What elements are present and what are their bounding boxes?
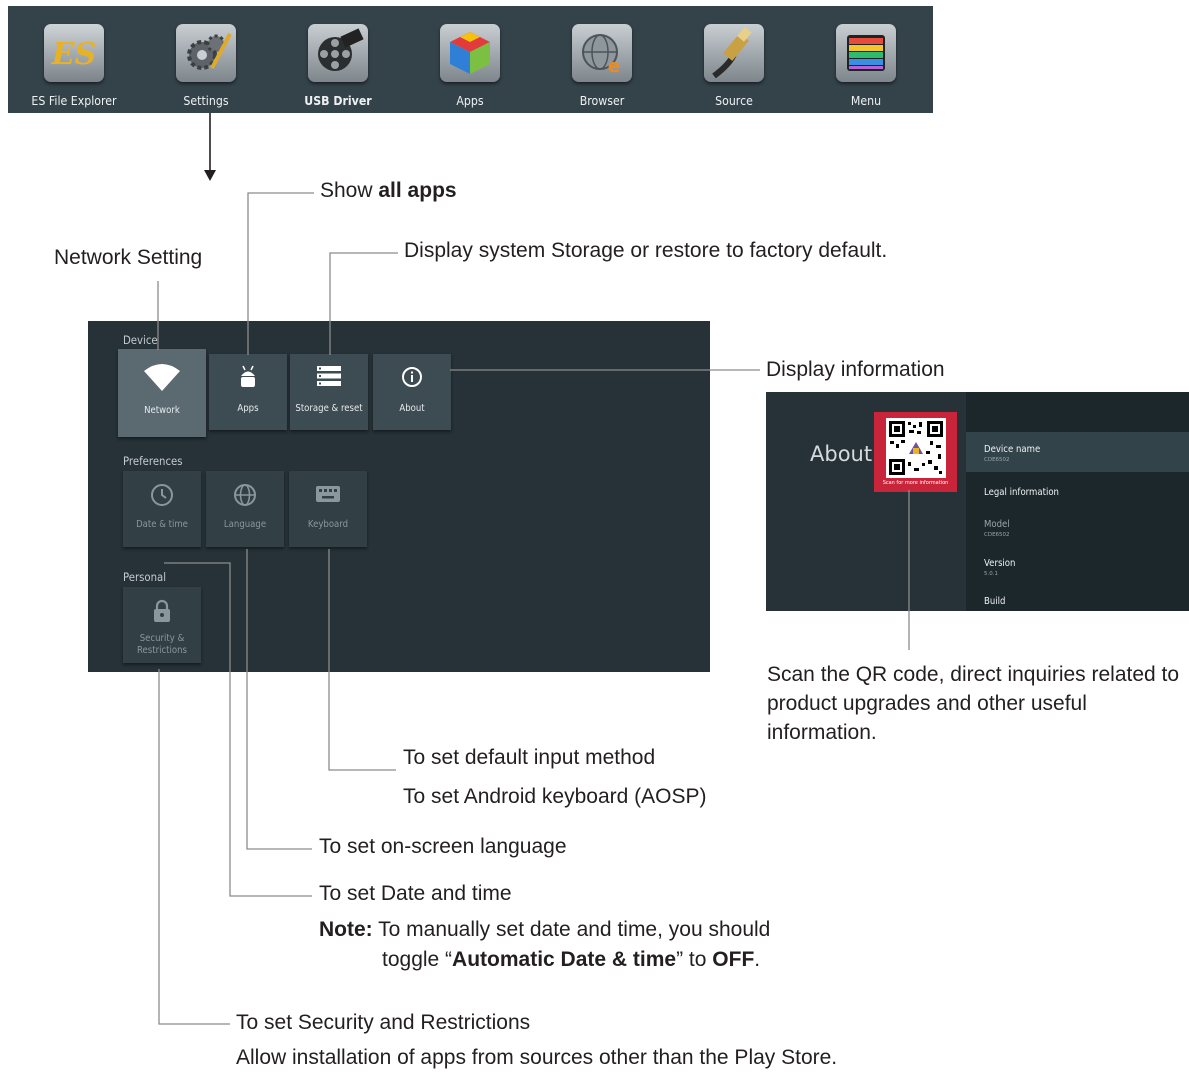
note-label: Note: xyxy=(319,918,373,941)
app-label: ES File Explorer xyxy=(31,93,117,108)
annotation-text: Show xyxy=(320,179,379,202)
app-browser[interactable]: e Browser xyxy=(536,6,668,113)
settings-item-language[interactable]: Language xyxy=(206,471,284,547)
app-label: Menu xyxy=(850,93,882,108)
settings-item-label: About xyxy=(399,403,425,414)
about-row-title: Model xyxy=(984,519,1010,530)
settings-item-label: Keyboard xyxy=(307,519,349,530)
app-label: Browser xyxy=(579,93,625,108)
annotation-qr-caption: Scan the QR code, direct inquiries relat… xyxy=(767,663,1180,744)
section-personal: Personal xyxy=(123,570,167,584)
settings-item-label: Restrictions xyxy=(136,645,188,656)
android-icon xyxy=(209,364,287,395)
note-bold-text: OFF xyxy=(712,948,755,971)
settings-item-storage-reset[interactable]: Storage & reset xyxy=(290,354,368,430)
note-text: ” to xyxy=(676,948,713,971)
about-row-value: CDE6502 xyxy=(984,532,1010,538)
about-row-version[interactable]: Version 5.0.1 xyxy=(984,558,1019,577)
app-source[interactable]: Source xyxy=(668,6,800,113)
colored-cube-icon xyxy=(440,24,500,82)
settings-item-security-restrictions[interactable]: Security & Restrictions xyxy=(123,587,201,663)
qr-scan-text: Scan for more information xyxy=(882,480,949,486)
note-text: . xyxy=(754,948,761,971)
keyboard-icon xyxy=(289,485,367,508)
section-preferences: Preferences xyxy=(123,454,183,468)
annotation-security-detail: Allow installation of apps from sources … xyxy=(236,1046,838,1069)
app-menu[interactable]: Menu xyxy=(800,6,932,113)
settings-item-apps[interactable]: Apps xyxy=(209,354,287,430)
globe-icon xyxy=(206,483,284,512)
note-text: To manually set date and time, you shoul… xyxy=(372,918,771,941)
about-row-title: Legal information xyxy=(984,487,1059,498)
annotation-security: To set Security and Restrictions xyxy=(236,1011,531,1034)
settings-item-label: Storage & reset xyxy=(295,403,363,414)
es-file-explorer-icon: ES xyxy=(44,24,104,82)
annotation-show-all-apps: Show all apps xyxy=(320,179,457,203)
annotation-input-method: To set default input method xyxy=(403,746,656,769)
clock-icon xyxy=(123,483,201,512)
about-row-value: 5.0.1 xyxy=(984,571,998,577)
app-apps[interactable]: Apps xyxy=(404,6,536,113)
settings-item-about[interactable]: About xyxy=(373,354,451,430)
app-label: Source xyxy=(715,93,753,108)
launcher-bar: ES ES File Explorer Settings USB Driver xyxy=(8,6,933,113)
about-row-title: Build xyxy=(984,596,1006,607)
about-row-title: Device name xyxy=(984,444,1041,455)
settings-item-label: Apps xyxy=(237,403,259,414)
hdmi-cable-icon xyxy=(704,24,764,82)
section-device: Device xyxy=(123,333,158,347)
about-row-value: CDE6502 xyxy=(984,457,1010,463)
annotation-android-keyboard: To set Android keyboard (AOSP) xyxy=(403,785,707,808)
globe-browser-icon: e xyxy=(572,24,632,82)
app-usb-driver[interactable]: USB Driver xyxy=(272,6,404,113)
settings-item-label: Language xyxy=(223,519,267,530)
wifi-icon xyxy=(118,363,206,396)
settings-screen: Device Network Apps Storage & reset Abou… xyxy=(88,321,710,672)
about-title: About xyxy=(810,442,873,466)
about-row-build[interactable]: Build xyxy=(984,596,1008,607)
about-screen: About Scan for more information Device n… xyxy=(766,392,1189,611)
annotation-bold-text: all apps xyxy=(378,179,457,202)
about-row-device-name[interactable]: Device name CDE6502 xyxy=(984,444,1046,463)
about-row-model: Model CDE6502 xyxy=(984,519,1013,538)
settings-gears-icon xyxy=(176,24,236,82)
app-label: USB Driver xyxy=(304,93,372,108)
annotation-note-line-2: toggle “Automatic Date & time” to OFF. xyxy=(382,948,760,972)
info-icon xyxy=(373,366,451,393)
settings-item-label: Security & xyxy=(139,633,185,644)
annotation-date-time: To set Date and time xyxy=(319,882,512,905)
about-row-title: Version xyxy=(984,558,1016,569)
storage-icon xyxy=(290,365,368,392)
svg-text:ES: ES xyxy=(51,37,97,72)
color-bars-icon xyxy=(836,24,896,82)
about-row-legal-information[interactable]: Legal information xyxy=(984,487,1067,498)
settings-item-date-time[interactable]: Date & time xyxy=(123,471,201,547)
app-settings[interactable]: Settings xyxy=(140,6,272,113)
settings-item-keyboard[interactable]: Keyboard xyxy=(289,471,367,547)
note-bold-text: Automatic Date & time xyxy=(452,948,677,971)
settings-item-label: Network xyxy=(144,405,180,416)
annotation-network-setting: Network Setting xyxy=(54,246,203,269)
settings-item-label: Date & time xyxy=(136,519,188,530)
note-text: toggle “ xyxy=(382,948,453,971)
about-info-panel: Device name CDE6502 Legal information Mo… xyxy=(966,392,1189,611)
film-reel-icon xyxy=(308,24,368,82)
app-label: Apps xyxy=(456,93,484,108)
annotation-display-information: Display information xyxy=(766,358,945,381)
annotation-note-line-1: Note: To manually set date and time, you… xyxy=(319,918,770,942)
qr-code-icon xyxy=(886,418,946,478)
app-es-file-explorer[interactable]: ES ES File Explorer xyxy=(8,6,140,113)
svg-text:e: e xyxy=(608,56,620,77)
lock-icon xyxy=(123,599,201,628)
app-label: Settings xyxy=(183,93,229,108)
annotation-storage: Display system Storage or restore to fac… xyxy=(404,239,888,262)
annotation-language: To set on-screen language xyxy=(319,835,567,858)
settings-item-network[interactable]: Network xyxy=(118,349,206,437)
qr-card[interactable]: Scan for more information xyxy=(874,412,957,492)
